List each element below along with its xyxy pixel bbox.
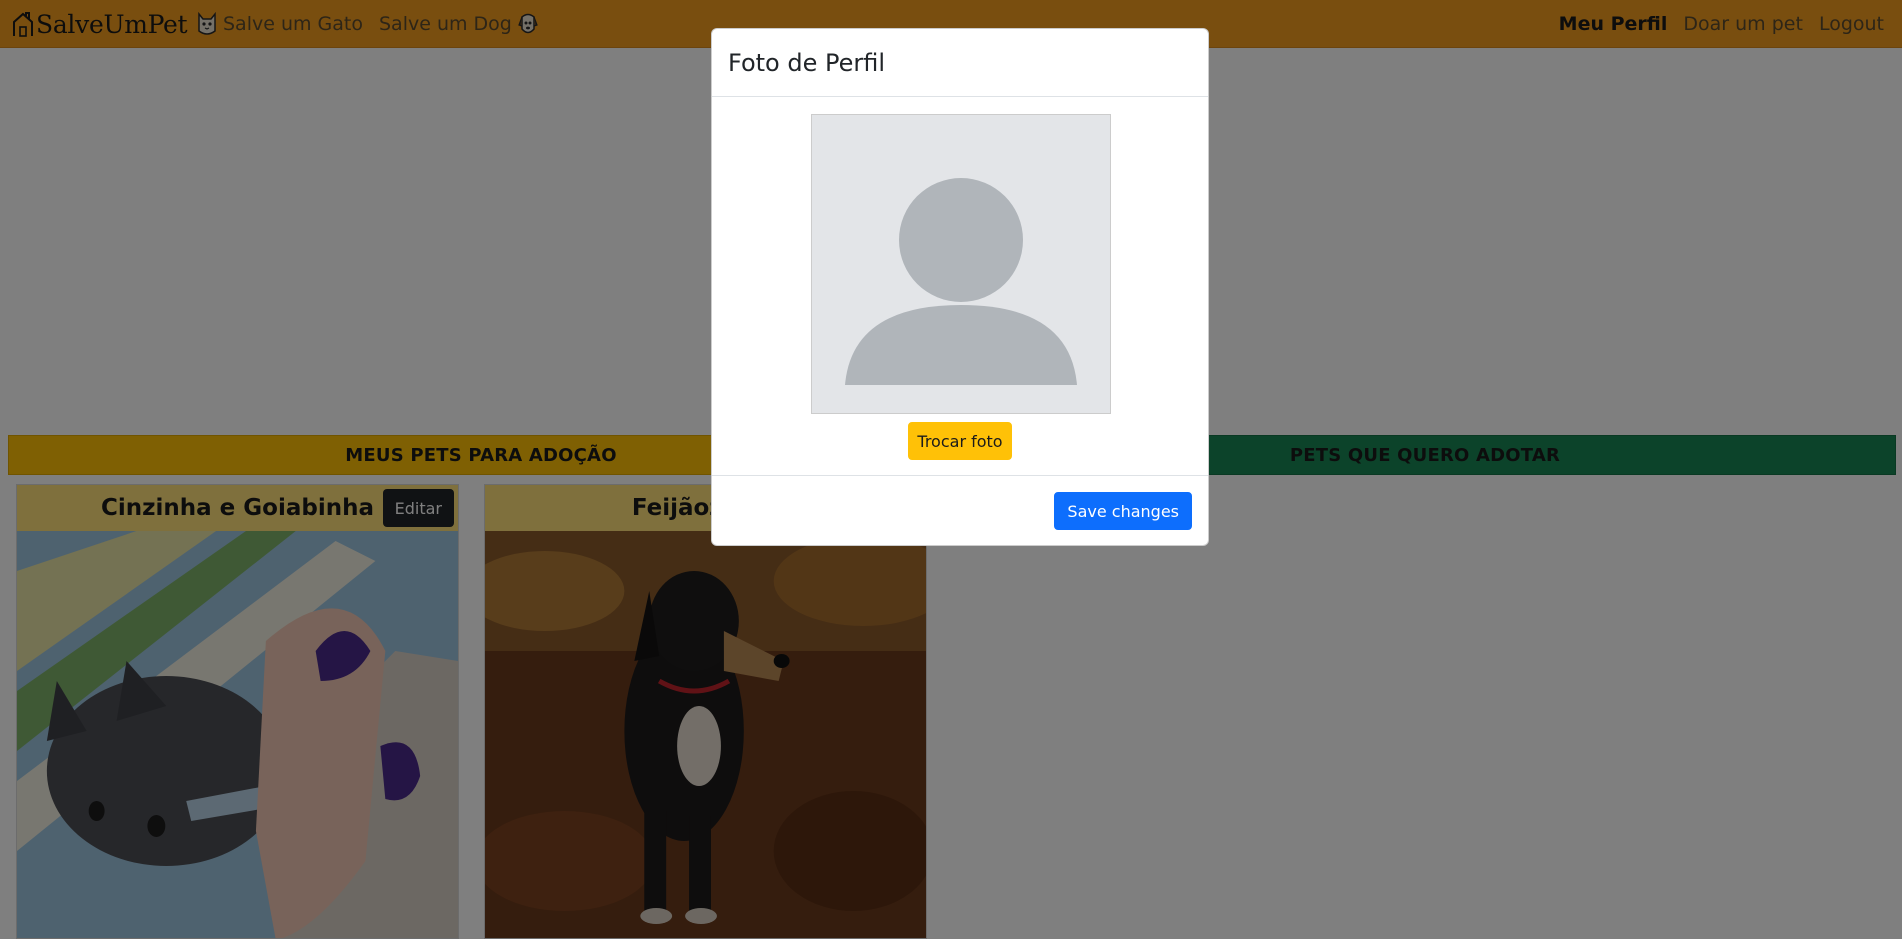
modal-header: Foto de Perfil bbox=[712, 29, 1208, 97]
change-photo-button[interactable]: Trocar foto bbox=[908, 422, 1012, 460]
modal-title: Foto de Perfil bbox=[728, 48, 886, 77]
save-changes-button[interactable]: Save changes bbox=[1054, 492, 1192, 530]
default-user-avatar-icon bbox=[845, 178, 1077, 385]
profile-photo-preview bbox=[811, 114, 1111, 414]
modal-footer: Save changes bbox=[712, 475, 1208, 547]
profile-photo-modal: Foto de Perfil Trocar foto Save changes bbox=[711, 28, 1209, 546]
